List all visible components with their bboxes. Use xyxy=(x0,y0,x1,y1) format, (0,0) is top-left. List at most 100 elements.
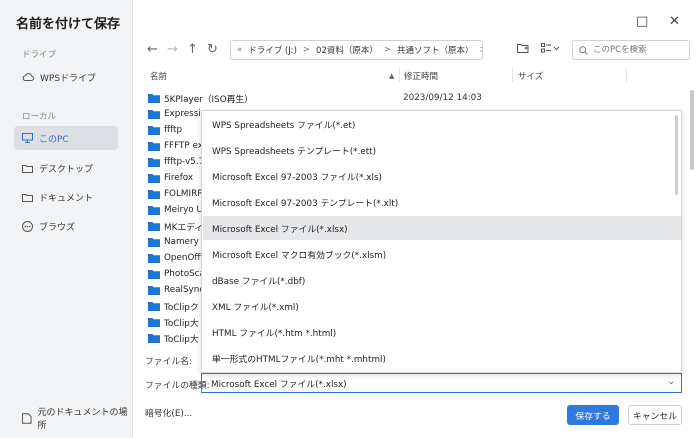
file-row[interactable]: ffftp xyxy=(148,122,182,138)
original-location-link[interactable]: 元のドキュメントの場所 xyxy=(22,405,132,431)
file-row[interactable]: ToClipク xyxy=(148,298,199,314)
file-row[interactable]: ToClip大 xyxy=(148,314,199,330)
original-location-label: 元のドキュメントの場所 xyxy=(37,408,128,431)
address-bar[interactable]: « ドライブ (J:) > 02資料（原本） > 共通ソフト（原本） > xyxy=(230,40,483,60)
file-row[interactable]: ToClip大 xyxy=(148,330,199,346)
folder-icon xyxy=(148,302,160,311)
search-input[interactable] xyxy=(593,45,681,55)
save-button[interactable]: 保存する xyxy=(567,405,619,425)
file-row[interactable]: RealSync xyxy=(148,282,204,298)
file-row[interactable]: 5KPlayer（ISO再生） xyxy=(148,90,253,106)
maximize-button[interactable]: □ xyxy=(636,14,648,29)
column-header-modified[interactable]: 修正時間 xyxy=(404,67,438,85)
breadcrumb-sep-icon: > xyxy=(383,45,391,55)
folder-icon xyxy=(22,193,33,202)
sidebar-item-label: このPC xyxy=(39,134,69,145)
filetype-option[interactable]: dBase ファイル(*.dbf) xyxy=(203,268,681,292)
file-row[interactable]: ffftp-v5.7 xyxy=(148,154,204,170)
folder-icon xyxy=(148,222,160,231)
encrypt-link[interactable]: 暗号化(E)... xyxy=(145,406,192,419)
cancel-button[interactable]: キャンセル xyxy=(628,405,682,425)
column-header-name[interactable]: 名前 xyxy=(150,67,167,85)
file-name: Namery xyxy=(164,237,199,247)
up-arrow-icon[interactable]: ↑ xyxy=(187,42,198,57)
sidebar-item-label: デスクトップ xyxy=(39,164,94,175)
file-name: FOLMIRR xyxy=(164,189,204,199)
search-box[interactable] xyxy=(572,40,690,60)
file-row[interactable]: PhotoSca xyxy=(148,266,205,282)
file-name: OpenOffi xyxy=(164,253,203,263)
sidebar-item-desktop[interactable]: デスクトップ xyxy=(14,156,118,180)
sidebar-item-this-pc[interactable]: このPC xyxy=(14,126,118,150)
refresh-icon[interactable]: ↻ xyxy=(207,42,218,57)
back-arrow-icon[interactable]: ← xyxy=(147,42,158,57)
folder-icon xyxy=(148,238,160,247)
folder-icon xyxy=(148,286,160,295)
folder-icon xyxy=(148,94,160,103)
folder-icon xyxy=(148,110,160,119)
sidebar-item-wps-drive[interactable]: WPSドライブ xyxy=(14,65,118,89)
file-name: Expressio xyxy=(164,109,207,119)
folder-icon xyxy=(22,164,33,173)
breadcrumb-chevron-icon: « xyxy=(237,45,243,55)
column-divider[interactable] xyxy=(399,68,400,82)
sidebar-item-browse[interactable]: ブラウズ xyxy=(14,214,118,238)
sidebar-item-documents[interactable]: ドキュメント xyxy=(14,185,118,209)
filetype-option[interactable]: Microsoft Excel マクロ有効ブック(*.xlsm) xyxy=(203,242,681,266)
filetype-option-highlighted[interactable]: Microsoft Excel ファイル(*.xlsx) xyxy=(203,216,681,240)
file-row[interactable]: OpenOffi xyxy=(148,250,203,266)
file-row[interactable]: Namery xyxy=(148,234,199,250)
file-row[interactable]: Meiryo U xyxy=(148,202,203,218)
file-name: ToClip大 xyxy=(164,318,199,329)
folder-icon xyxy=(148,142,160,151)
filetype-option[interactable]: Microsoft Excel 97-2003 テンプレート(*.xlt) xyxy=(203,190,681,214)
view-options-icon[interactable] xyxy=(541,42,561,57)
document-icon xyxy=(22,412,32,424)
folder-icon xyxy=(148,206,160,215)
file-name: Firefox xyxy=(164,173,194,183)
file-name: ToClipク xyxy=(164,302,199,313)
folder-icon xyxy=(148,126,160,135)
dialog-title: 名前を付けて保存 xyxy=(16,17,121,32)
file-name: 5KPlayer（ISO再生） xyxy=(164,94,254,105)
dropdown-scrollbar[interactable] xyxy=(675,115,678,195)
breadcrumb-item[interactable]: 共通ソフト（原本） xyxy=(397,44,474,56)
file-name: FFFTP ex xyxy=(164,141,203,151)
filetype-option[interactable]: HTML ファイル(*.htm *.html) xyxy=(203,320,681,344)
file-date: 2023/09/12 14:03 xyxy=(403,93,482,103)
filetype-option[interactable]: Microsoft Excel 97-2003 ファイル(*.xls) xyxy=(203,164,681,188)
file-row[interactable]: Expressio xyxy=(148,106,206,122)
computer-icon xyxy=(22,133,33,143)
more-icon xyxy=(22,220,33,232)
filetype-option[interactable]: WPS Spreadsheets テンプレート(*.ett) xyxy=(203,138,681,162)
file-list-scrollbar[interactable] xyxy=(690,90,694,170)
section-label-local: ローカル xyxy=(22,112,57,122)
file-row[interactable]: FOLMIRR xyxy=(148,186,203,202)
folder-icon xyxy=(148,318,160,327)
folder-icon xyxy=(148,270,160,279)
breadcrumb-item[interactable]: ドライブ (J:) xyxy=(248,44,297,56)
section-label-drive: ドライブ xyxy=(22,50,57,60)
file-name: ffftp xyxy=(164,125,183,135)
filetype-option[interactable]: 単一形式のHTMLファイル(*.mht *.mhtml) xyxy=(203,346,681,370)
folder-icon xyxy=(148,158,160,167)
breadcrumb-item[interactable]: 02資料（原本） xyxy=(316,44,378,56)
column-header-size[interactable]: サイズ xyxy=(518,67,543,85)
filetype-select[interactable]: Microsoft Excel ファイル(*.xlsx) ⌄ xyxy=(201,373,682,393)
filetype-option[interactable]: WPS Spreadsheets ファイル(*.et) xyxy=(203,112,681,136)
close-button[interactable]: ✕ xyxy=(669,14,680,29)
file-row[interactable]: FFFTP ex xyxy=(148,138,203,154)
filetype-dropdown-list: WPS Spreadsheets ファイル(*.et) WPS Spreadsh… xyxy=(201,110,682,373)
filetype-label: ファイルの種類: xyxy=(145,381,210,391)
folder-icon xyxy=(148,174,160,183)
column-divider[interactable] xyxy=(512,68,513,82)
chevron-down-icon: ⌄ xyxy=(667,377,675,387)
filetype-option[interactable]: XML ファイル(*.xml) xyxy=(203,294,681,318)
sidebar-item-label: WPSドライブ xyxy=(40,73,97,84)
forward-arrow-icon[interactable]: → xyxy=(167,42,178,57)
breadcrumb-sep-icon: > xyxy=(302,45,311,55)
new-folder-icon[interactable] xyxy=(517,42,529,57)
breadcrumb-sep-icon: > xyxy=(480,45,482,55)
file-row[interactable]: Firefox xyxy=(148,170,193,186)
column-divider[interactable] xyxy=(626,68,627,82)
